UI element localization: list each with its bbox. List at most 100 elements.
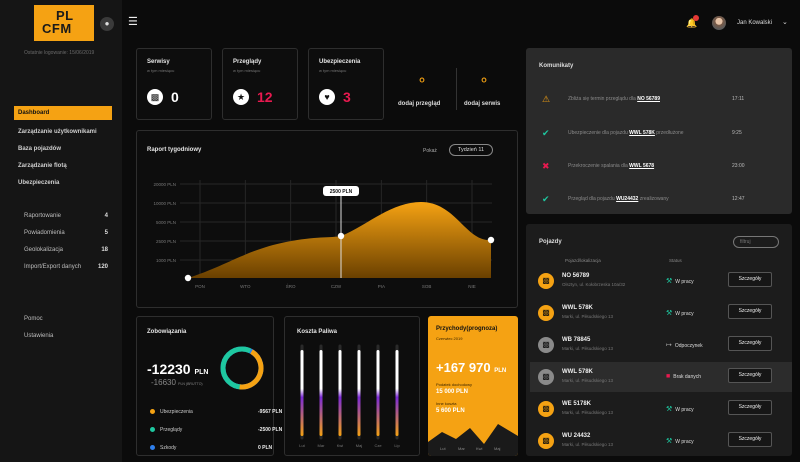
message-plate-link[interactable]: WWL 5678 <box>629 163 654 169</box>
divider <box>456 68 457 110</box>
legend-label: Szkody <box>160 445 177 451</box>
tax-value: 15 000 PLN <box>436 389 469 395</box>
fuel-bar[interactable] <box>319 350 323 436</box>
vehicle-plate: WB 78845 <box>562 337 591 343</box>
revenue-amount: +167 970 PLN <box>436 360 506 375</box>
add-service-button[interactable]: dodaj serwis <box>464 101 500 107</box>
sidebar-item-insurance[interactable]: Ubezpieczenia <box>14 176 112 190</box>
gross-label: PLN (BRUTTO) <box>178 382 203 386</box>
details-button[interactable]: Szczegóły <box>728 336 772 351</box>
add-inspection-icon[interactable]: ⚬ <box>414 72 430 88</box>
car-icon: ▩ <box>538 337 554 353</box>
sidebar-item-fleet[interactable]: Zarządzanie flotą <box>14 159 112 173</box>
legend-dot <box>150 427 155 433</box>
y-tick-label: 20000 PLN <box>153 182 176 187</box>
fuel-month-label: Kwi <box>337 443 344 448</box>
data-point[interactable] <box>337 232 345 240</box>
panel-title: Komunikaty <box>539 63 574 69</box>
vehicle-row[interactable]: ▩ WB 78845 Marki, ul. Piłsudskiego 13 ↦ Odpo… <box>530 330 792 360</box>
tools-icon: ⚒ <box>666 406 673 413</box>
area-series <box>188 202 491 278</box>
vehicle-row[interactable]: ▩ NO 56789 Olsztyn, ul. Kołobrzeska 10a/32… <box>530 266 792 296</box>
fuel-bar[interactable] <box>395 350 399 436</box>
sidebar-item-label: Import/Export danych <box>24 264 82 270</box>
fuel-bar[interactable] <box>300 350 304 436</box>
details-button[interactable]: Szczegóły <box>728 272 772 287</box>
details-button[interactable]: Szczegóły <box>728 368 772 383</box>
vehicle-location: Marki, ul. Piłsudskiego 13 <box>562 410 614 415</box>
stat-card-services[interactable]: Serwisy w tym miesiącu ▩ 0 <box>136 48 212 120</box>
stat-title: Ubezpieczenia <box>319 59 361 65</box>
details-button[interactable]: Szczegóły <box>728 304 772 319</box>
sidebar-item-dashboard[interactable]: Dashboard <box>14 106 112 120</box>
fuel-bar[interactable] <box>357 350 361 436</box>
sidebar-item-reports[interactable]: Raportowanie 4 <box>24 213 114 219</box>
status-label: W pracy <box>675 439 694 445</box>
stat-card-inspections[interactable]: Przeglądy w tym miesiącu ★ 12 <box>222 48 298 120</box>
sidebar-item-label: Powiadomienia <box>24 230 65 236</box>
message-suffix: przedłużone <box>656 130 684 136</box>
vehicle-row[interactable]: ▩ WWL 578K Marki, ul. Piłsudskiego 13 ⚒ W pr… <box>530 298 792 328</box>
sidebar-item-settings[interactable]: Ustawienia <box>24 333 114 339</box>
fuel-chart: Lut Mar Kwi Maj Cze Lip <box>299 344 400 448</box>
vehicle-row[interactable]: ▩ WE 5178K Marki, ul. Piłsudskiego 13 ⚒ W pr… <box>530 394 792 424</box>
hamburger-menu-icon[interactable]: ☰ <box>128 16 142 28</box>
details-button[interactable]: Szczegóły <box>728 400 772 415</box>
message-time: 23:00 <box>732 163 745 169</box>
last-login-text: Ostatnie logowanie: 15/06/2019 <box>24 50 95 56</box>
stat-subtitle: w tym miesiącu <box>233 68 261 73</box>
sidebar-item-notifications[interactable]: Powiadomienia 5 <box>24 230 114 236</box>
chevron-down-icon[interactable]: ⌄ <box>782 18 788 26</box>
stat-card-insurance[interactable]: Ubezpieczenia w tym miesiącu ♥ 3 <box>308 48 384 120</box>
user-name[interactable]: Jan Kowalski <box>737 20 772 26</box>
sidebar-item-users[interactable]: Zarządzanie użytkownikami <box>14 125 112 139</box>
sidebar-item-vehicle-base[interactable]: Baza pojazdów <box>14 142 112 156</box>
message-plate-link[interactable]: WU24432 <box>616 196 638 202</box>
add-service-icon[interactable]: ⚬ <box>476 72 492 88</box>
panel-title: Pojazdy <box>539 239 562 245</box>
logo-line-2: CFM <box>42 21 72 36</box>
message-prefix: Przegląd dla pojazdu <box>568 196 615 202</box>
message-item[interactable]: ✔ Ubezpieczenie dla pojazdu WWL 578K prze… <box>530 118 792 150</box>
message-item[interactable]: ✖ Przekroczenie spalania dla WWL 5678 23:… <box>530 151 792 183</box>
vehicle-plate: NO 56789 <box>562 273 590 279</box>
logo[interactable]: PL CFM <box>34 5 94 41</box>
car-icon: ▩ <box>538 369 554 385</box>
message-prefix: Przekroczenie spalania dla <box>568 163 628 169</box>
details-button[interactable]: Szczegóły <box>728 432 772 447</box>
sidebar-item-geolocation[interactable]: Geolokalizacja 18 <box>24 247 114 253</box>
data-point[interactable] <box>487 236 495 244</box>
message-text: Przegląd dla pojazdu WU24432 zrealizowan… <box>568 196 669 202</box>
vehicle-filter-input[interactable] <box>733 236 779 248</box>
legend-insurance: Ubezpieczenia -9567 PLN <box>150 409 282 415</box>
user-profile-icon[interactable]: ● <box>100 17 114 31</box>
vehicle-status: ⚒ W pracy <box>666 277 694 285</box>
data-point[interactable] <box>184 274 192 282</box>
tools-icon: ⚒ <box>666 310 673 317</box>
fuel-bar[interactable] <box>376 350 380 436</box>
message-item[interactable]: ⚠ Zbliża się termin przeglądu dla NO 5678… <box>530 84 792 116</box>
divider <box>530 116 792 117</box>
message-plate-link[interactable]: NO 56789 <box>637 96 660 102</box>
sidebar-item-help[interactable]: Pomoc <box>24 316 114 322</box>
vehicle-row[interactable]: ▩ WWL 578K Marki, ul. Piłsudskiego 13 ■ Brak… <box>530 362 792 392</box>
x-tick-label: SOB <box>422 284 432 289</box>
message-time: 12:47 <box>732 196 745 202</box>
column-header-vehicle: Pojazd/lokalizacja <box>565 258 601 263</box>
add-inspection-button[interactable]: dodaj przegląd <box>398 101 440 107</box>
currency: PLN <box>194 369 209 376</box>
legend-label: Ubezpieczenia <box>160 409 193 415</box>
obligations-donut <box>220 346 264 390</box>
fuel-month-label: Mar <box>318 443 326 448</box>
message-plate-link[interactable]: WWL 578K <box>629 130 655 136</box>
message-item[interactable]: ✔ Przegląd dla pojazdu WU24432 zrealizowa… <box>530 184 792 216</box>
revenue-panel: Przychody(prognoza) Czerwiec 2019 +167 9… <box>428 316 518 456</box>
fuel-bar[interactable] <box>338 350 342 436</box>
weekly-chart: 20000 PLN 10000 PLN 5000 PLN 2500 PLN 1000 P… <box>153 180 495 289</box>
tooltip: 2500 PLN <box>323 186 359 196</box>
vehicle-row[interactable]: ▩ WU 24432 Marki, ul. Piłsudskiego 13 ⚒ W pr… <box>530 426 792 456</box>
status-label: Brak danych <box>673 374 702 380</box>
avatar[interactable] <box>712 16 726 30</box>
message-text: Ubezpieczenie dla pojazdu WWL 578K przed… <box>568 130 684 136</box>
sidebar-item-import-export[interactable]: Import/Export danych 120 <box>24 264 114 270</box>
